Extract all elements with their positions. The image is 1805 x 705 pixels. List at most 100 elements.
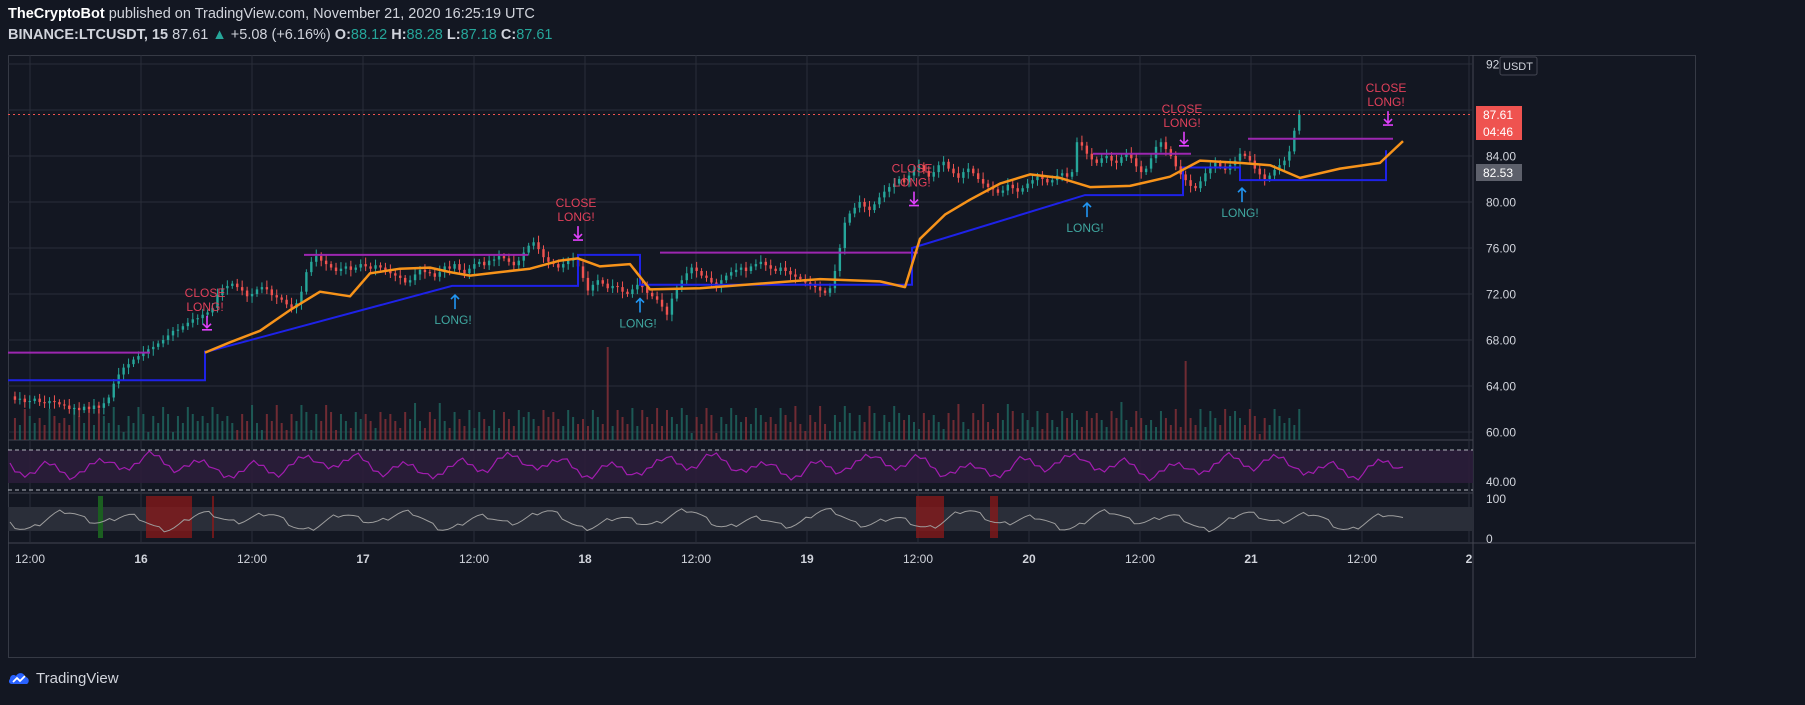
candle-body xyxy=(878,197,881,205)
volume-bar xyxy=(1169,425,1172,440)
volume-bar xyxy=(868,406,871,440)
volume-bar xyxy=(364,414,367,440)
volume-bar xyxy=(107,423,110,440)
price-tick-label: 72.00 xyxy=(1486,288,1516,302)
volume-bar xyxy=(745,417,748,440)
volume-bar xyxy=(285,430,288,440)
close-long-label: CLOSE xyxy=(556,196,597,210)
time-tick-label: 20 xyxy=(1022,552,1036,566)
candle-body xyxy=(562,264,565,268)
rsi-tick-label: 40.00 xyxy=(1486,475,1516,489)
volume-bar xyxy=(819,406,822,440)
volume-bar xyxy=(236,430,239,440)
volume-bar xyxy=(507,419,510,440)
volume-bar xyxy=(438,403,441,440)
tradingview-footer[interactable]: TradingView xyxy=(8,670,119,687)
candle-body xyxy=(23,398,27,403)
volume-bar xyxy=(409,419,412,440)
candle-body xyxy=(1169,149,1173,156)
volume-bar xyxy=(656,408,659,440)
candle-body xyxy=(557,264,560,268)
price-tick-label: 64.00 xyxy=(1486,380,1516,394)
volume-bar xyxy=(893,406,896,440)
volume-bar xyxy=(690,433,693,440)
volume-bar xyxy=(63,418,66,440)
volume-bar xyxy=(1130,427,1133,440)
candle-body xyxy=(13,396,17,400)
volume-bar xyxy=(774,424,777,440)
volume-bar xyxy=(374,428,377,440)
candle-body xyxy=(1194,185,1197,189)
volume-bar xyxy=(369,421,372,440)
volume-bar xyxy=(927,420,930,440)
volume-bar xyxy=(1006,404,1009,440)
candle-body xyxy=(320,256,323,261)
candle-body xyxy=(532,242,535,246)
candle-body xyxy=(1021,188,1024,192)
volume-bar xyxy=(670,417,673,440)
candle-body xyxy=(18,398,22,400)
volume-bar xyxy=(527,412,530,440)
volume-bar xyxy=(611,426,614,440)
volume-bar xyxy=(43,425,46,440)
volume-bar xyxy=(749,424,752,440)
volume-bar xyxy=(814,422,817,440)
volume-bar xyxy=(764,422,767,440)
volume-bar xyxy=(48,409,51,440)
volume-bar xyxy=(418,421,421,440)
volume-bar xyxy=(68,425,71,440)
volume-bar xyxy=(1095,413,1098,440)
candle-body xyxy=(349,266,353,270)
volume-bar xyxy=(280,423,283,440)
chart-canvas[interactable]: CLOSELONG!LONG!CLOSELONG!LONG!CLOSELONG!… xyxy=(0,0,1805,705)
candle-body xyxy=(1268,175,1271,179)
level-badge-label: 82.53 xyxy=(1483,166,1513,180)
candle-body xyxy=(107,397,110,404)
candle-body xyxy=(310,261,313,273)
candle-body xyxy=(996,189,1000,193)
volume-bar xyxy=(1150,420,1153,440)
candle-body xyxy=(403,277,407,283)
candle-body xyxy=(527,245,530,253)
candle-body xyxy=(616,285,619,288)
volume-bar xyxy=(478,412,481,440)
candle-body xyxy=(433,273,437,277)
volume-bar xyxy=(1056,427,1059,440)
volume-bar xyxy=(1229,416,1232,440)
volume-bar xyxy=(453,412,456,440)
candle-body xyxy=(818,287,822,291)
oscillator-tick-label: 100 xyxy=(1486,492,1506,506)
candle-body xyxy=(305,272,308,292)
volume-bar xyxy=(1184,361,1187,440)
candle-body xyxy=(43,402,46,404)
volume-bar xyxy=(260,430,263,440)
volume-bar xyxy=(404,412,407,440)
volume-bar xyxy=(28,416,31,440)
candle-body xyxy=(132,359,135,365)
candle-body xyxy=(522,252,525,261)
volume-bar xyxy=(1051,420,1054,440)
volume-bar xyxy=(295,421,298,440)
candle-body xyxy=(453,264,456,269)
candle-body xyxy=(769,265,772,269)
volume-bar xyxy=(83,423,86,440)
candle-body xyxy=(137,356,140,360)
candle-body xyxy=(92,405,96,409)
volume-bar xyxy=(359,419,362,440)
candle-body xyxy=(537,242,540,250)
long-arrow-icon xyxy=(450,293,460,310)
volume-bar xyxy=(651,424,654,440)
volume-bar xyxy=(735,415,738,440)
candle-body xyxy=(1283,160,1286,166)
candle-body xyxy=(468,268,471,274)
volume-bar xyxy=(463,426,466,440)
volume-bar xyxy=(330,412,333,440)
candle-body xyxy=(581,266,585,278)
candle-body xyxy=(28,400,31,403)
close-long-label: CLOSE xyxy=(185,286,226,300)
volume-bar xyxy=(201,416,204,440)
candle-body xyxy=(478,261,481,265)
volume-bar xyxy=(448,428,451,440)
candle-body xyxy=(1184,174,1187,181)
candle-body xyxy=(1273,169,1276,176)
